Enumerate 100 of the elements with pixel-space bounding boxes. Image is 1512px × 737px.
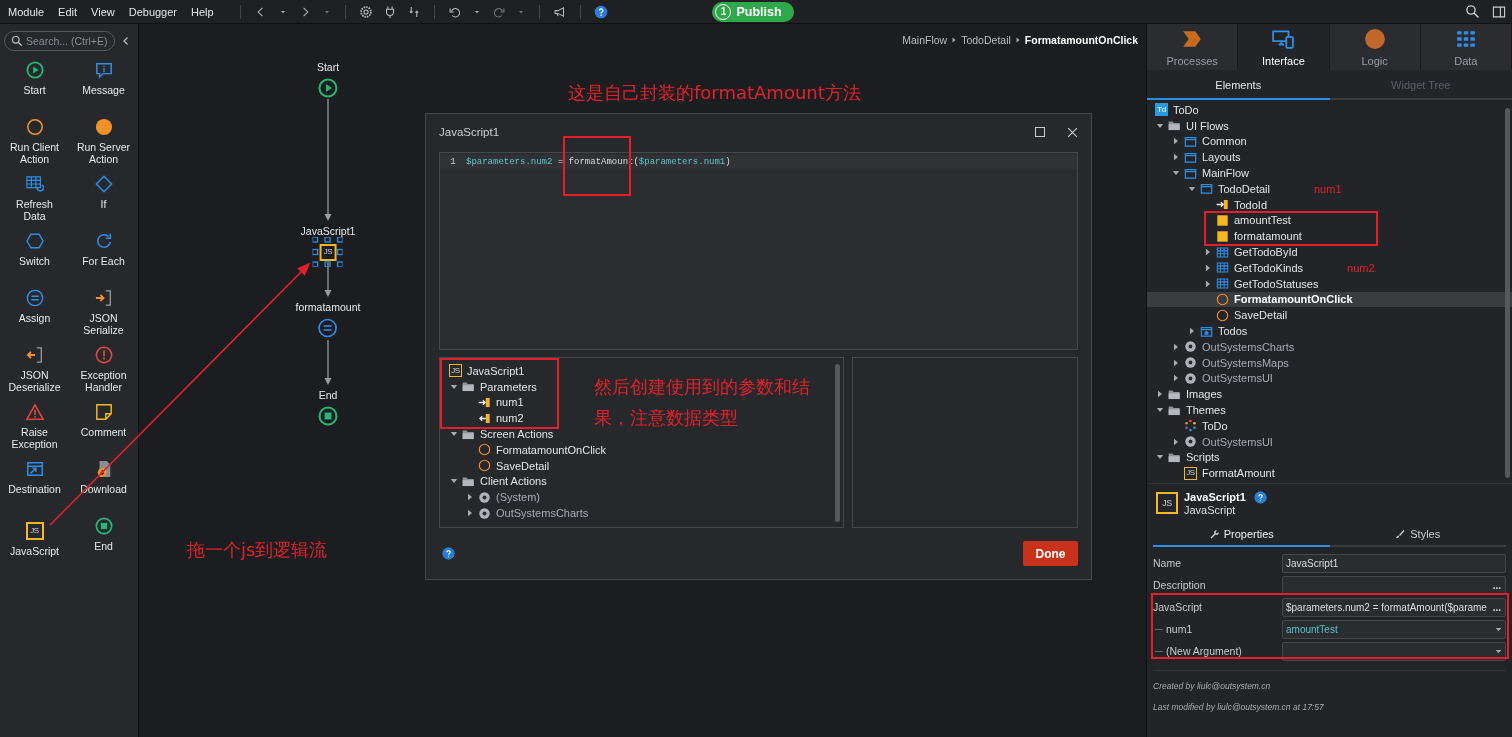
panel-tab[interactable]: Processes — [1147, 24, 1239, 70]
tree-item[interactable]: JS FormatAmount — [1184, 465, 1275, 482]
done-button[interactable]: Done — [1023, 541, 1078, 566]
caret-down-icon[interactable] — [1188, 184, 1196, 193]
caret-right-icon[interactable] — [1172, 137, 1180, 146]
toolbox-item[interactable]: Message — [69, 61, 138, 118]
caret-right-icon[interactable] — [466, 509, 474, 518]
caret-right-icon[interactable] — [466, 493, 474, 502]
toolbox-item[interactable]: Comment — [69, 403, 138, 460]
panel-tab[interactable]: Logic — [1329, 24, 1421, 70]
subtab[interactable]: Elements — [1147, 72, 1330, 100]
panel-layout-icon[interactable] — [1492, 4, 1506, 19]
toolbox-item[interactable]: For Each — [69, 232, 138, 289]
tree-item[interactable]: SaveDetail — [1216, 307, 1288, 324]
tree-item[interactable]: Td ToDo — [1155, 102, 1199, 118]
tree-item[interactable]: Themes — [1155, 402, 1226, 418]
menu-item[interactable]: Edit — [50, 5, 78, 18]
scrollbar[interactable] — [1505, 108, 1510, 478]
caret-right-icon[interactable] — [1172, 437, 1180, 446]
caret-right-icon[interactable] — [1204, 248, 1212, 257]
tree-item[interactable]: ToDo — [1184, 417, 1228, 434]
breadcrumb-link[interactable]: MainFlow — [902, 34, 948, 46]
megaphone-icon[interactable] — [552, 4, 567, 19]
tree-item[interactable]: MainFlow — [1171, 165, 1250, 181]
caret-down-icon[interactable] — [450, 382, 458, 391]
toolbox-item[interactable]: Raise Exception — [0, 403, 69, 460]
tree-item[interactable]: OutSystemsCharts — [465, 505, 589, 521]
toolbox-item[interactable]: Start — [0, 61, 69, 118]
caret-right-icon[interactable] — [1188, 327, 1196, 336]
close-icon[interactable] — [1067, 126, 1078, 138]
tree-item[interactable]: formatamount — [1216, 228, 1302, 245]
tree-item[interactable]: GetTodoKinds num2 — [1203, 259, 1375, 276]
toolbox-item[interactable]: Switch — [0, 232, 69, 289]
settings-icon[interactable] — [358, 4, 373, 19]
maximize-icon[interactable] — [1035, 127, 1045, 137]
tree-item[interactable]: SaveDetail — [478, 457, 550, 474]
breadcrumb-current[interactable]: FormatamountOnClick — [1024, 34, 1138, 46]
toolbox-item[interactable]: If — [69, 175, 138, 232]
tree-item[interactable]: OutSystemsCharts — [1171, 338, 1295, 355]
selection-handles[interactable] — [313, 237, 343, 267]
panel-tab[interactable]: Data — [1420, 24, 1512, 70]
help-icon[interactable] — [1253, 490, 1267, 504]
help-icon[interactable] — [442, 547, 455, 560]
tree-item[interactable]: Images — [1155, 386, 1223, 403]
tree-item[interactable]: Client Actions — [449, 473, 547, 490]
breadcrumb-link[interactable]: TodoDetail — [961, 34, 1011, 46]
caret-right-icon[interactable] — [1172, 358, 1180, 367]
toolbox-item[interactable]: Run Server Action — [69, 118, 138, 175]
tree-item[interactable]: Layouts — [1171, 149, 1241, 166]
help-icon[interactable] — [593, 4, 608, 19]
menu-item[interactable]: Module — [0, 5, 45, 18]
scrollbar[interactable] — [835, 364, 840, 522]
tree-item[interactable]: TodoDetail num1 — [1187, 181, 1342, 197]
tree-item[interactable]: Parameters — [449, 378, 537, 395]
toolbox-item[interactable]: JS JavaScript — [0, 517, 69, 574]
properties-tab[interactable]: Styles — [1329, 523, 1506, 547]
search-icon[interactable] — [1465, 4, 1480, 19]
tree-item[interactable]: Screen Actions — [449, 426, 554, 442]
caret-right-icon[interactable] — [1172, 374, 1180, 383]
caret-right-icon[interactable] — [1156, 390, 1164, 399]
toolbox-item[interactable]: Destination — [0, 460, 69, 517]
more-button[interactable]: ... — [1491, 601, 1502, 613]
tree-item[interactable]: amountTest — [1216, 212, 1291, 229]
toolbox-item[interactable]: JSON Serialize — [69, 289, 138, 346]
caret-right-icon[interactable] — [1204, 279, 1212, 288]
tree-item[interactable]: OutSystemsUI — [1171, 433, 1273, 450]
toolbox-item[interactable]: Assign — [0, 289, 69, 346]
tree-item[interactable]: OutSystemsUI — [1171, 370, 1273, 387]
menu-item[interactable]: Help — [183, 5, 214, 18]
toolbox-item[interactable]: Run Client Action — [0, 118, 69, 175]
caret-right-icon[interactable] — [1204, 263, 1212, 272]
toolbox-item[interactable]: JSON Deserialize — [0, 346, 69, 403]
tree-item[interactable]: UI Flows — [1155, 117, 1229, 134]
caret-right-icon[interactable] — [1172, 342, 1180, 351]
tree-item[interactable]: FormatamountOnClick — [478, 442, 607, 458]
collapse-chevron-icon[interactable] — [121, 36, 131, 46]
more-button[interactable]: ... — [1491, 579, 1502, 591]
tree-item[interactable]: Scripts — [1155, 449, 1220, 466]
tree-item[interactable]: JS JavaScript1 — [449, 363, 525, 379]
tree-item[interactable]: GetTodoStatuses — [1203, 275, 1319, 292]
toolbox-item[interactable]: End — [69, 517, 138, 574]
menu-item[interactable]: View — [83, 5, 115, 18]
input-field[interactable]: $parameters.num2 = formatAmount($parame ... — [1282, 597, 1506, 617]
tree-item[interactable]: GetTodoById — [1203, 244, 1298, 260]
tree-item[interactable]: FormatamountOnClick — [1147, 291, 1512, 308]
input-field[interactable]: JavaScript1 — [1282, 553, 1506, 573]
tree-item[interactable]: (System) — [465, 489, 540, 506]
properties-tab[interactable]: Properties — [1153, 523, 1330, 547]
tree-item[interactable]: Common — [1171, 133, 1247, 150]
toolbox-item[interactable]: Refresh Data — [0, 175, 69, 232]
dropdown-field[interactable]: amountTest — [1282, 619, 1506, 639]
tree-item[interactable]: Todos — [1187, 323, 1248, 339]
tree-item[interactable]: num2 — [478, 410, 524, 427]
caret-down-icon[interactable] — [1156, 121, 1164, 130]
tree-item[interactable]: TodoId — [1216, 196, 1268, 213]
menu-item[interactable]: Debugger — [120, 5, 178, 18]
tree-item[interactable]: num1 — [478, 394, 524, 411]
toolbox-item[interactable]: Exception Handler — [69, 346, 138, 403]
tree-item[interactable]: OutSystemsMaps — [1171, 354, 1289, 371]
caret-right-icon[interactable] — [1172, 153, 1180, 162]
